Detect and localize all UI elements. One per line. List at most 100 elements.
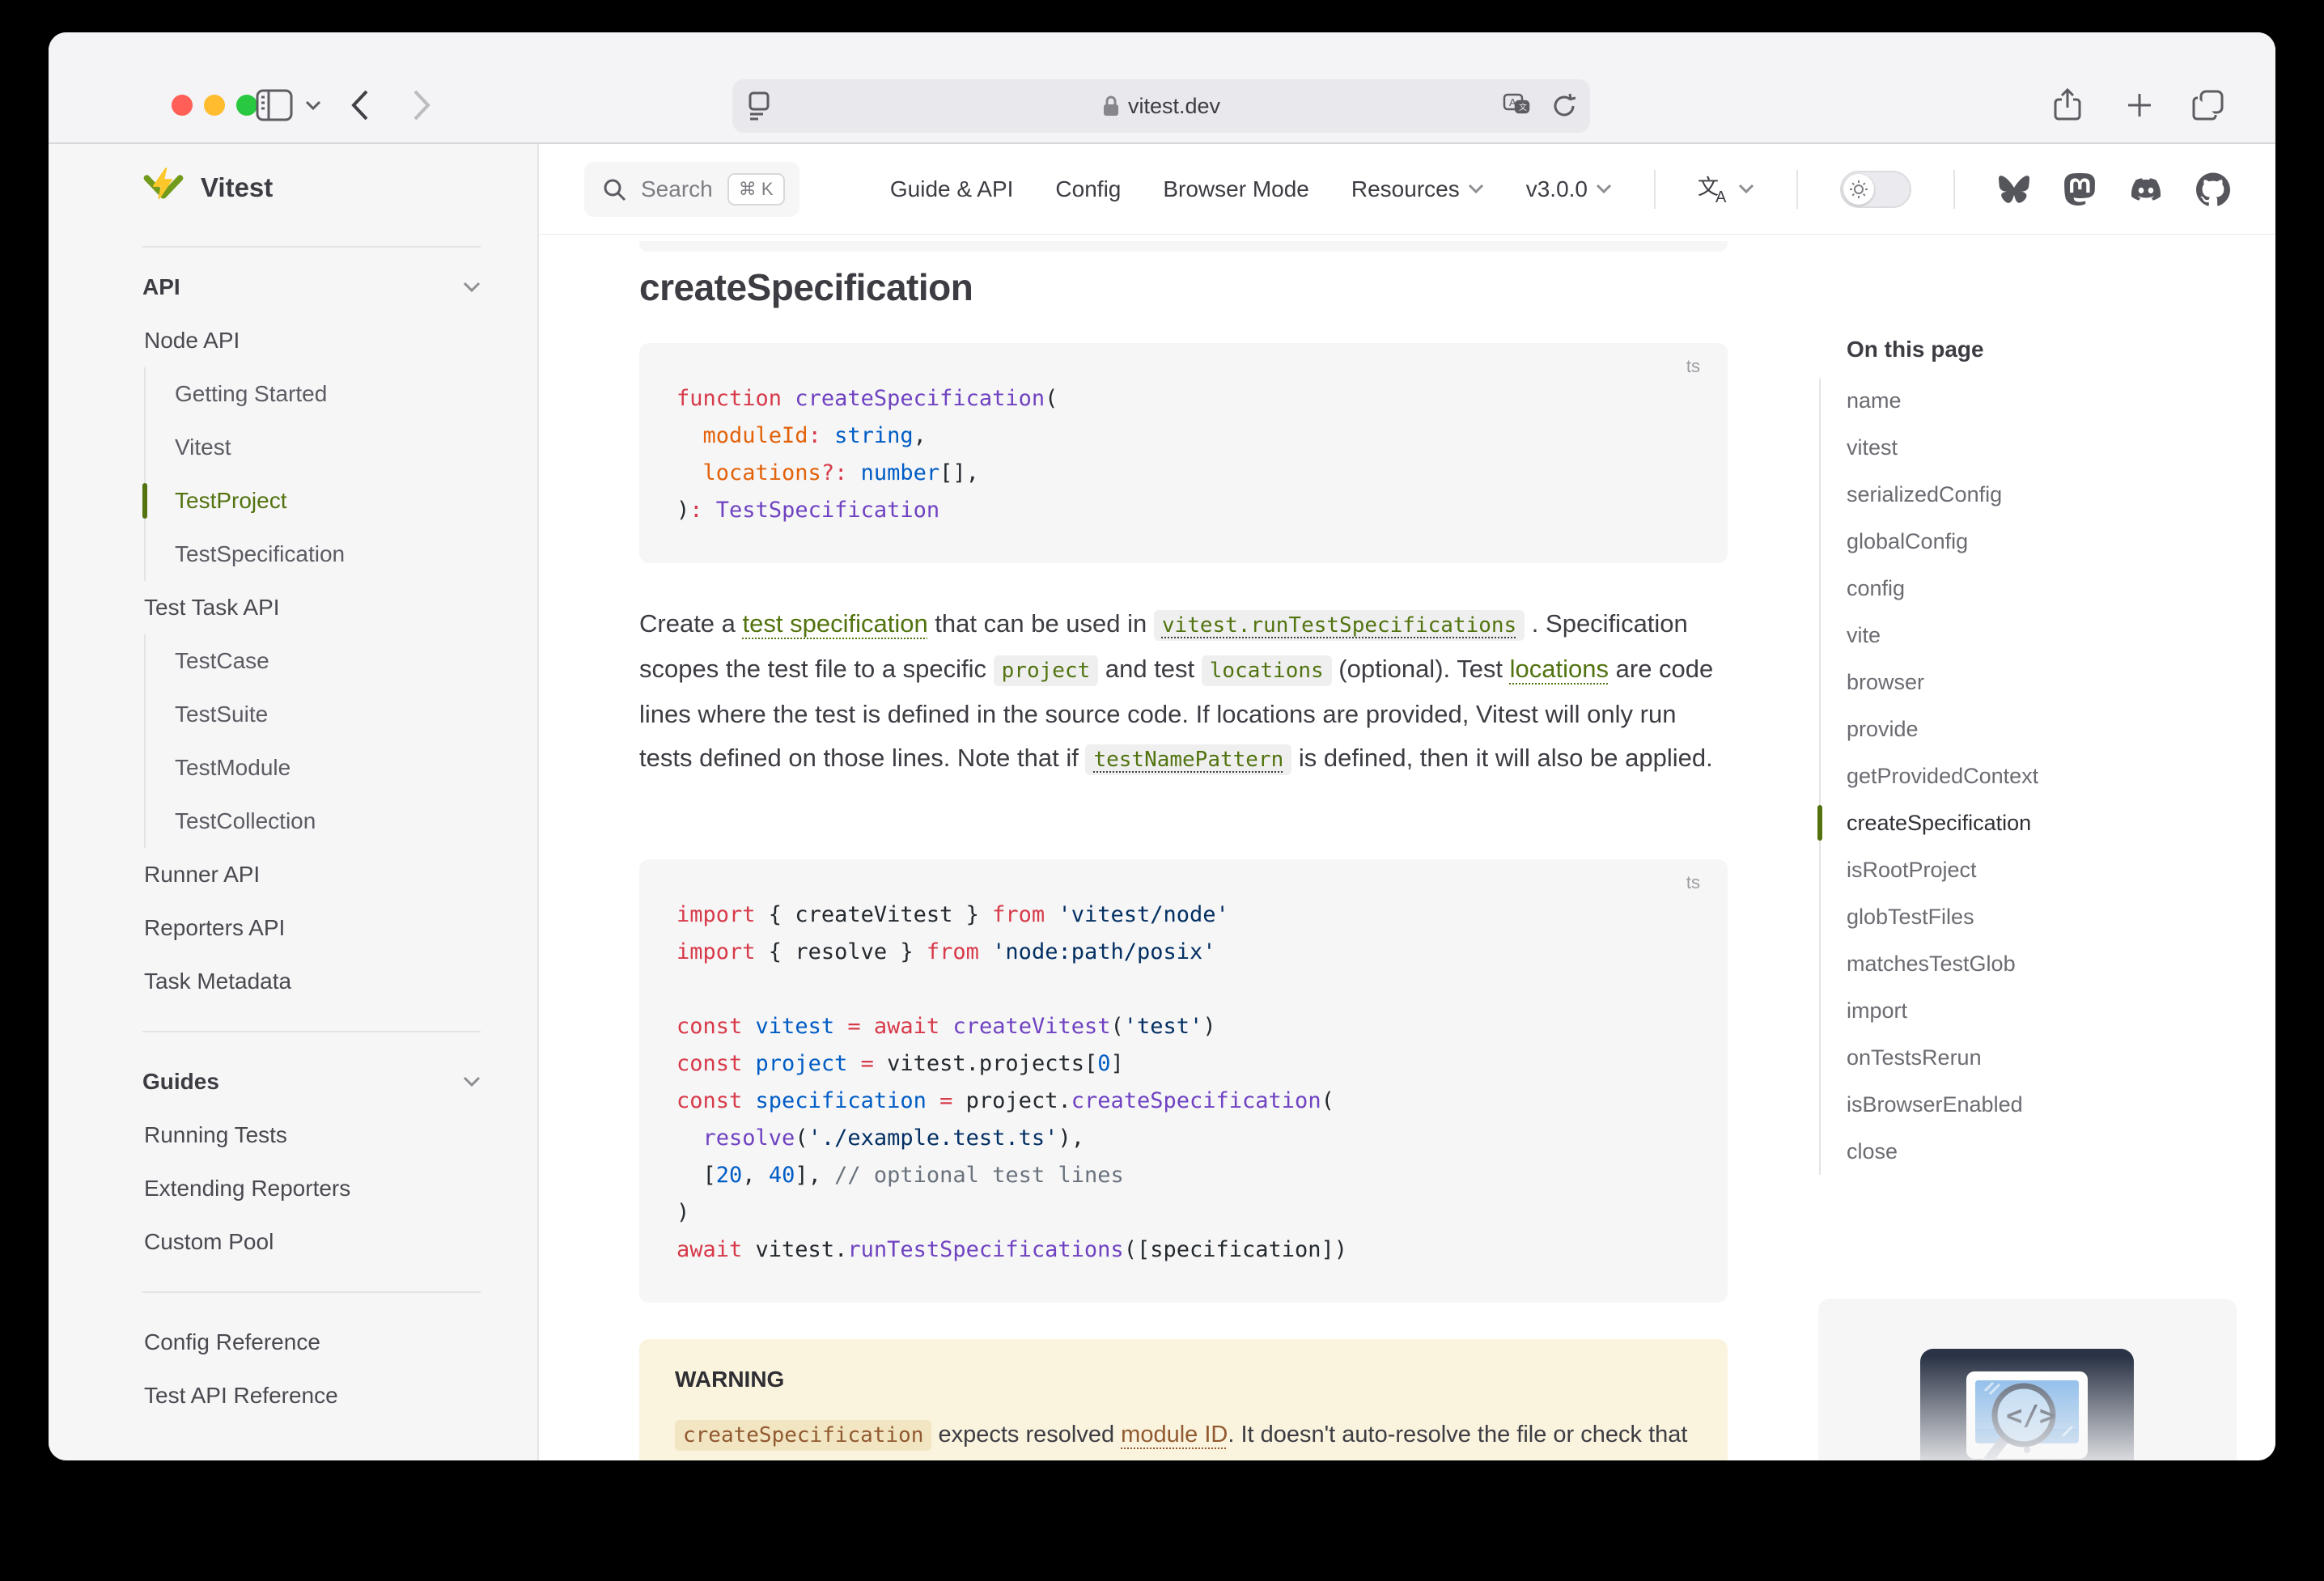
browser-toolbar: vitest.dev A 文	[49, 32, 2275, 144]
code-token: resolve	[703, 1125, 795, 1151]
toc-item-provide[interactable]: provide	[1819, 706, 2038, 752]
sidebar-item-runner-api[interactable]: Runner API	[49, 848, 537, 901]
code-token	[742, 1088, 755, 1113]
tabs-overview-icon[interactable]	[2191, 86, 2225, 125]
sidebar-item-node-api[interactable]: Node API	[49, 314, 537, 367]
toc-item-getprovidedcontext[interactable]: getProvidedContext	[1819, 752, 2038, 799]
code-token: (	[1111, 1014, 1124, 1039]
mastodon-icon[interactable]	[2063, 173, 2096, 206]
share-icon[interactable]	[2054, 86, 2081, 125]
toolbar-chevron-down-icon[interactable]	[304, 86, 322, 125]
site-logo[interactable]: Vitest	[142, 167, 273, 209]
lock-icon	[1102, 95, 1120, 117]
toc-item-ontestsrerun[interactable]: onTestsRerun	[1819, 1034, 2038, 1081]
new-tab-icon[interactable]	[2125, 86, 2154, 125]
toc-item-name[interactable]: name	[1819, 377, 2038, 424]
toc-item-createspecification[interactable]: createSpecification	[1819, 799, 2038, 846]
toc-nav: namevitestserializedConfigglobalConfigco…	[1819, 377, 2038, 1175]
sidebar-item-running-tests[interactable]: Running Tests	[49, 1108, 537, 1162]
sidebar-section-api[interactable]: API	[49, 261, 537, 314]
sidebar-item-getting started[interactable]: Getting Started	[146, 367, 537, 421]
code-token	[676, 423, 703, 448]
nav-link-browser-mode[interactable]: Browser Mode	[1163, 176, 1309, 202]
zoom-window-button[interactable]	[236, 95, 257, 116]
toc-item-serializedconfig[interactable]: serializedConfig	[1819, 471, 2038, 518]
sidebar-toggle-icon[interactable]	[256, 86, 293, 125]
nav-divider	[1953, 170, 1955, 209]
nav-link-resources[interactable]: Resources	[1351, 176, 1484, 202]
sidebar-item-test-task-api[interactable]: Test Task API	[49, 581, 537, 634]
minimize-window-button[interactable]	[204, 95, 225, 116]
code-token: )	[1202, 1014, 1215, 1039]
nav-link-label: Browser Mode	[1163, 176, 1309, 202]
sponsor-ad-card[interactable]: </>	[1818, 1299, 2237, 1460]
code-token: { createVitest }	[756, 902, 993, 927]
sidebar-item-testcollection[interactable]: TestCollection	[146, 795, 537, 848]
sidebar-item-test-api-reference[interactable]: Test API Reference	[49, 1369, 537, 1422]
sidebar-item-task-metadata[interactable]: Task Metadata	[49, 955, 537, 1008]
search-button[interactable]: Search ⌘ K	[584, 162, 799, 217]
toc-item-isbrowserenabled[interactable]: isBrowserEnabled	[1819, 1081, 2038, 1128]
nav-link-config[interactable]: Config	[1055, 176, 1121, 202]
sidebar-item-extending-reporters[interactable]: Extending Reporters	[49, 1162, 537, 1215]
nav-link-v3-0-0[interactable]: v3.0.0	[1526, 176, 1612, 202]
code-token	[742, 1051, 755, 1076]
text-link[interactable]: test specification	[743, 609, 928, 638]
sidebar-item-testcase[interactable]: TestCase	[146, 634, 537, 688]
sidebar-item-reporters-api[interactable]: Reporters API	[49, 901, 537, 955]
code-block-signature[interactable]: ts function createSpecification( moduleI…	[639, 343, 1728, 563]
sidebar-section-guides[interactable]: Guides	[49, 1055, 537, 1108]
code-token: // optional test lines	[834, 1163, 1124, 1188]
address-bar[interactable]: vitest.dev A 文	[732, 79, 1590, 133]
back-icon[interactable]	[350, 86, 371, 125]
code-token: locations	[703, 460, 821, 485]
inline-code-link[interactable]: testNamePattern	[1085, 744, 1291, 772]
nav-link-guide-api[interactable]: Guide & API	[890, 176, 1014, 202]
forward-icon[interactable]	[411, 86, 432, 125]
github-icon[interactable]	[2196, 172, 2230, 206]
discord-icon[interactable]	[2128, 175, 2164, 204]
toc-item-close[interactable]: close	[1819, 1128, 2038, 1175]
inline-code: project	[994, 655, 1099, 686]
text-link[interactable]: module ID	[1121, 1422, 1228, 1447]
language-menu[interactable]: 文 A	[1698, 175, 1754, 204]
reload-icon[interactable]	[1551, 92, 1577, 120]
sidebar-item-custom-pool[interactable]: Custom Pool	[49, 1215, 537, 1269]
code-token: 0	[1097, 1051, 1110, 1076]
sidebar-item-testsuite[interactable]: TestSuite	[146, 688, 537, 741]
toc-item-isrootproject[interactable]: isRootProject	[1819, 846, 2038, 893]
close-window-button[interactable]	[172, 95, 193, 116]
toc-item-browser[interactable]: browser	[1819, 659, 2038, 706]
page-title: createSpecification	[639, 265, 973, 309]
code-block-example[interactable]: ts import { createVitest } from 'vitest/…	[639, 859, 1728, 1303]
code-token: ,	[914, 423, 927, 448]
text-link[interactable]: locations	[1510, 655, 1609, 683]
code-token: TestSpecification	[716, 498, 939, 523]
bluesky-icon[interactable]	[1997, 174, 2031, 205]
sidebar-item-testspecification[interactable]: TestSpecification	[146, 528, 537, 581]
chevron-down-icon	[463, 282, 481, 293]
inline-code: vitest.runTestSpecifications	[1154, 610, 1525, 641]
toc-item-import[interactable]: import	[1819, 987, 2038, 1034]
nav-divider	[1654, 170, 1656, 209]
toc-item-vite[interactable]: vite	[1819, 612, 2038, 659]
theme-toggle[interactable]	[1840, 171, 1911, 208]
toc-item-matchestestglob[interactable]: matchesTestGlob	[1819, 940, 2038, 987]
inline-code-link[interactable]: vitest.runTestSpecifications	[1154, 609, 1525, 638]
translate-icon[interactable]: A 文	[1503, 93, 1533, 119]
nav-link-label: v3.0.0	[1526, 176, 1588, 202]
code-token: vitest.	[742, 1237, 847, 1262]
nav-divider	[1796, 170, 1798, 209]
toc-item-globtestfiles[interactable]: globTestFiles	[1819, 893, 2038, 940]
sidebar-item-testmodule[interactable]: TestModule	[146, 741, 537, 795]
sidebar-item-vitest[interactable]: Vitest	[146, 421, 537, 474]
svg-text:文: 文	[1519, 102, 1527, 112]
toc-item-globalconfig[interactable]: globalConfig	[1819, 518, 2038, 565]
code-token: ),	[1058, 1125, 1084, 1151]
toc-item-vitest[interactable]: vitest	[1819, 424, 2038, 471]
sidebar-item-testproject[interactable]: TestProject	[146, 474, 537, 528]
code-token: createSpecification	[795, 386, 1045, 411]
toc-item-config[interactable]: config	[1819, 565, 2038, 612]
sidebar-item-config-reference[interactable]: Config Reference	[49, 1316, 537, 1369]
sidebar-divider	[142, 1031, 481, 1032]
